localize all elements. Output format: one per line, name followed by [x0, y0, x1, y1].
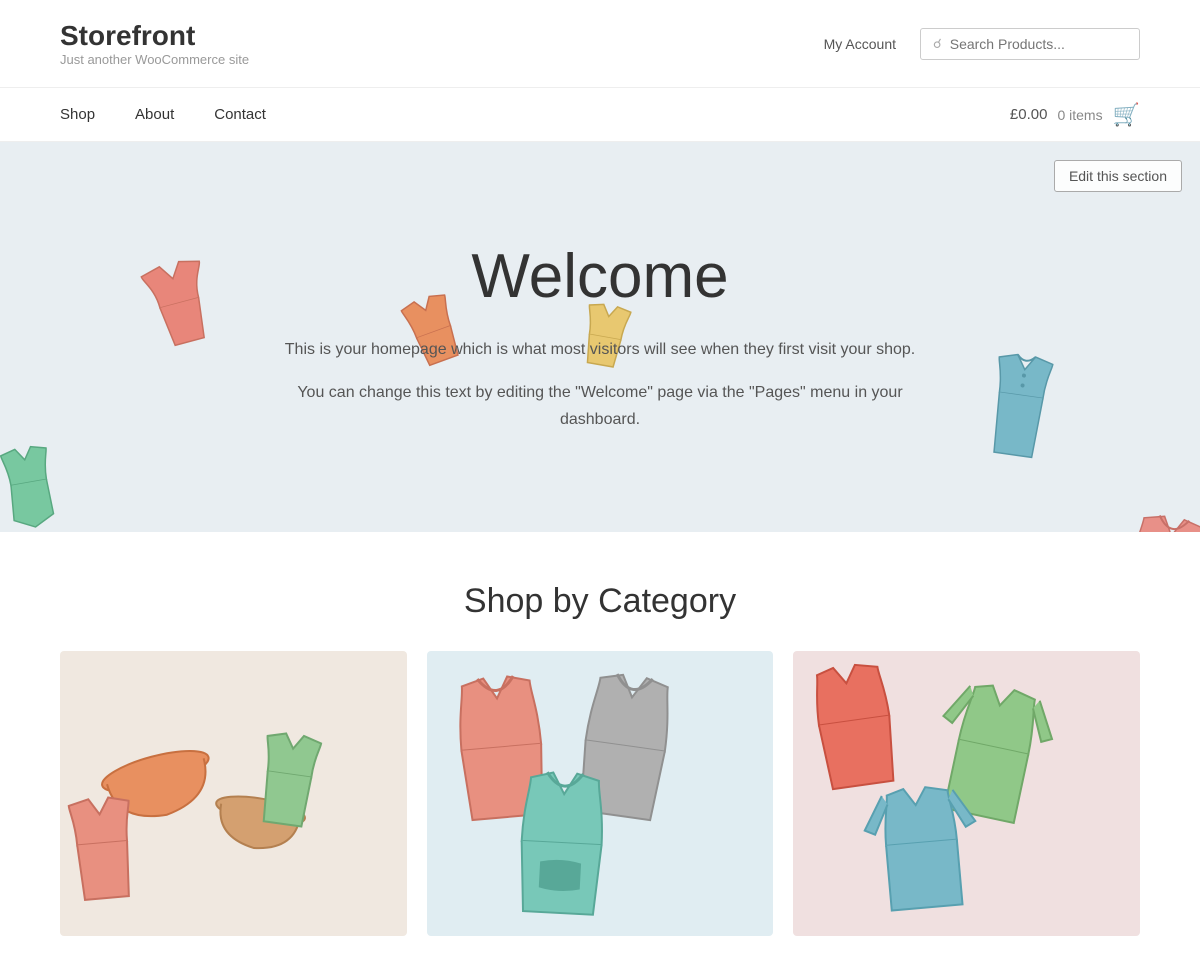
nav-link-about[interactable]: About — [115, 88, 194, 141]
cart-icon[interactable]: 🛒 — [1113, 102, 1140, 128]
my-account-link[interactable]: My Account — [824, 36, 896, 52]
cart-price: £0.00 — [1010, 106, 1048, 123]
hero-text-2: You can change this text by editing the … — [270, 379, 930, 433]
shop-section: Shop by Category — [0, 532, 1200, 976]
logo-title: Storefront — [60, 20, 249, 52]
category-card-2[interactable] — [427, 651, 774, 936]
search-icon: ☌ — [933, 36, 942, 52]
nav-link-contact[interactable]: Contact — [194, 88, 286, 141]
hero-section: Edit this section — [0, 142, 1200, 532]
category-grid — [60, 651, 1140, 936]
cart-area: £0.00 0 items 🛒 — [1010, 102, 1140, 128]
category-card-3[interactable] — [793, 651, 1140, 936]
navbar: Shop About Contact £0.00 0 items 🛒 — [0, 88, 1200, 142]
header-right: My Account ☌ — [824, 28, 1140, 60]
edit-section-button[interactable]: Edit this section — [1054, 160, 1182, 192]
hero-text-1: This is your homepage which is what most… — [270, 336, 930, 363]
header: Storefront Just another WooCommerce site… — [0, 0, 1200, 88]
hero-content: Welcome This is your homepage which is w… — [250, 181, 950, 494]
cart-items-count: 0 items — [1057, 107, 1102, 123]
category-card-1[interactable] — [60, 651, 407, 936]
hero-title: Welcome — [270, 241, 930, 312]
logo-subtitle: Just another WooCommerce site — [60, 52, 249, 67]
search-box: ☌ — [920, 28, 1140, 60]
nav-link-shop[interactable]: Shop — [60, 88, 115, 141]
logo-section: Storefront Just another WooCommerce site — [60, 20, 249, 67]
search-input[interactable] — [950, 36, 1127, 52]
nav-links: Shop About Contact — [60, 88, 286, 141]
shop-section-title: Shop by Category — [60, 582, 1140, 621]
